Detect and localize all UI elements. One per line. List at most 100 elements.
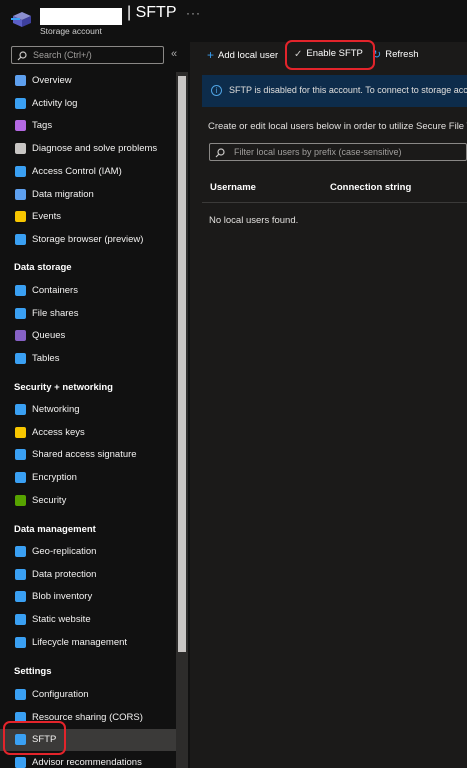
sidebar-item-overview[interactable]: Overview (0, 70, 176, 92)
sidebar-item-label: Queues (32, 330, 66, 342)
info-icon: i (211, 85, 222, 96)
collapse-sidebar-button[interactable]: « (171, 48, 177, 60)
sidebar-item-label: Tags (32, 120, 53, 132)
sidebar-item-label: Lifecycle management (32, 636, 128, 648)
sidebar-item-encryption[interactable]: Encryption (0, 467, 176, 489)
filter-users-input[interactable]: Filter local users by prefix (case-sensi… (209, 143, 467, 161)
sidebar-item-containers[interactable]: Containers (0, 280, 176, 302)
key-icon (15, 426, 26, 438)
sidebar-item-events[interactable]: Events (0, 206, 176, 228)
column-header-connection-string[interactable]: Connection string (330, 182, 411, 193)
sidebar-item-geo-replication[interactable]: Geo-replication (0, 541, 176, 563)
lock-icon (15, 472, 26, 484)
tables-icon (15, 353, 26, 365)
sidebar-item-label: Access keys (32, 426, 85, 438)
containers-icon (15, 285, 26, 296)
empty-state-text: No local users found. (209, 215, 299, 226)
search-icon (17, 51, 27, 61)
sidebar-item-label: Configuration (32, 689, 89, 700)
more-options-button[interactable]: ··· (186, 6, 201, 20)
sidebar-item-tables[interactable]: Tables (0, 348, 176, 370)
sidebar-item-lifecycle-management[interactable]: Lifecycle management (0, 632, 176, 654)
shield-icon (15, 494, 26, 506)
sidebar-item-tags[interactable]: Tags (0, 115, 176, 137)
configuration-icon (15, 689, 26, 700)
sidebar-item-file-shares[interactable]: File shares (0, 303, 176, 325)
sidebar-item-access-keys[interactable]: Access keys (0, 422, 176, 444)
info-banner: i SFTP is disabled for this account. To … (202, 75, 467, 107)
sidebar-search-input[interactable]: Search (Ctrl+/) (11, 46, 164, 64)
sidebar-item-label: Encryption (32, 472, 77, 484)
sidebar-item-label: Overview (32, 75, 72, 86)
plus-icon: + (207, 48, 215, 62)
sidebar-item-label: Blob inventory (32, 591, 93, 603)
data-migration-icon (15, 188, 26, 200)
sidebar-item-security[interactable]: Security (0, 490, 176, 512)
column-header-username[interactable]: Username (210, 182, 256, 193)
section-data-storage: Data storage (14, 262, 72, 273)
sidebar-item-label: Data protection (32, 568, 97, 580)
sftp-nav-highlight (3, 721, 66, 755)
sidebar: Search (Ctrl+/) « Overview Activity log Ta… (0, 42, 190, 768)
sidebar-item-configuration[interactable]: Configuration (0, 684, 176, 706)
sidebar-item-data-migration[interactable]: Data migration (0, 184, 176, 206)
sidebar-item-shared-access-signature[interactable]: Shared access signature (0, 444, 176, 466)
sidebar-item-blob-inventory[interactable]: Blob inventory (0, 586, 176, 608)
section-security-networking: Security + networking (14, 382, 113, 393)
sidebar-item-label: Networking (32, 404, 80, 415)
sidebar-scrollbar[interactable] (176, 72, 188, 768)
section-settings: Settings (14, 666, 52, 677)
sidebar-item-label: Events (32, 211, 62, 223)
refresh-label: Refresh (385, 49, 419, 60)
lightning-icon (15, 211, 26, 223)
refresh-button[interactable]: ↻ Refresh (372, 48, 418, 61)
banner-text: SFTP is disabled for this account. To co… (229, 85, 467, 95)
add-local-user-button[interactable]: + Add local user (207, 48, 278, 62)
inventory-icon (15, 591, 26, 603)
sidebar-item-data-protection[interactable]: Data protection (0, 564, 176, 586)
sidebar-item-label: Shared access signature (32, 449, 137, 461)
file-shares-icon (15, 307, 26, 319)
lifecycle-icon (15, 636, 26, 648)
sidebar-item-label: Security (32, 494, 67, 506)
queues-icon (15, 330, 26, 342)
redacted-account-name (40, 8, 122, 25)
page-subtitle: Storage account (40, 26, 102, 36)
table-header-divider (202, 202, 467, 203)
sidebar-item-access-control-iam[interactable]: Access Control (IAM) (0, 161, 176, 183)
page-title: | SFTP (127, 4, 177, 21)
sidebar-item-label: Diagnose and solve problems (32, 143, 158, 155)
sidebar-item-networking[interactable]: Networking (0, 399, 176, 421)
sidebar-item-diagnose-and-solve-problems[interactable]: Diagnose and solve problems (0, 138, 176, 160)
add-local-user-label: Add local user (218, 50, 279, 61)
sidebar-item-label: Tables (32, 353, 60, 365)
data-protection-icon (15, 568, 26, 580)
sidebar-item-label: Data migration (32, 188, 94, 200)
sidebar-item-activity-log[interactable]: Activity log (0, 93, 176, 115)
storage-account-icon (11, 12, 31, 27)
sidebar-item-label: Advisor recommendations (32, 757, 142, 768)
sidebar-item-label: Access Control (IAM) (32, 165, 122, 177)
search-placeholder: Search (Ctrl+/) (33, 50, 92, 60)
tag-icon (15, 120, 26, 132)
overview-icon (15, 75, 26, 86)
sidebar-item-queues[interactable]: Queues (0, 325, 176, 347)
sidebar-item-label: Storage browser (preview) (32, 233, 144, 245)
sidebar-item-label: Geo-replication (32, 546, 97, 557)
sidebar-item-label: File shares (32, 307, 79, 319)
sidebar-item-label: Containers (32, 285, 78, 296)
filter-placeholder: Filter local users by prefix (case-sensi… (234, 147, 402, 157)
globe-icon (15, 546, 26, 557)
blade-header: | SFTP Storage account ··· (0, 0, 467, 42)
people-icon (15, 165, 26, 177)
scrollbar-thumb[interactable] (178, 76, 186, 652)
link-icon (15, 449, 26, 461)
wrench-icon (15, 143, 26, 155)
advisor-icon (15, 757, 26, 768)
sidebar-item-storage-browser-preview[interactable]: Storage browser (preview) (0, 229, 176, 251)
description-text: Create or edit local users below in orde… (208, 121, 467, 132)
section-data-management: Data management (14, 524, 96, 535)
search-icon (215, 148, 225, 158)
website-icon (15, 614, 26, 626)
sidebar-item-static-website[interactable]: Static website (0, 609, 176, 631)
